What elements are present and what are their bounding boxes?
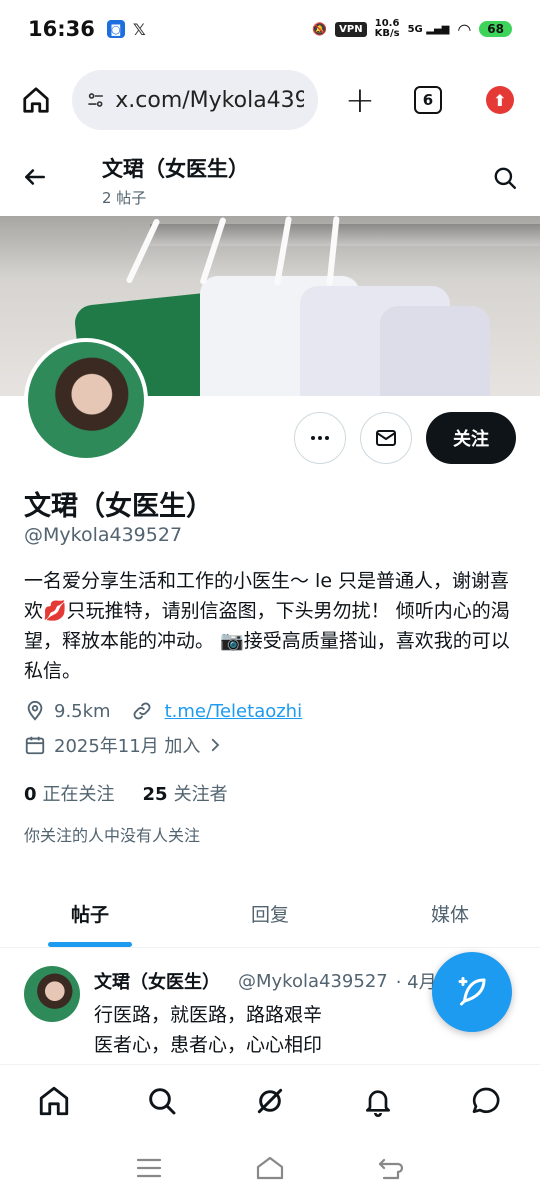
tab-posts[interactable]: 帖子 [0,880,180,947]
search-button[interactable] [492,165,518,195]
arrow-left-icon [25,168,45,185]
home-icon [39,1086,69,1115]
status-time: 16:36 [28,17,95,41]
mute-icon: 🔕 [312,22,328,36]
bottom-navigation [0,1064,540,1136]
tab-replies[interactable]: 回复 [180,880,360,947]
wifi-icon: ◠ [457,19,472,39]
back-button[interactable] [22,164,58,197]
mutual-followers-note: 你关注的人中没有人关注 [24,826,201,845]
envelope-icon [376,430,396,446]
compose-post-button[interactable] [432,952,512,1032]
arrow-up-icon: ⬆ [493,90,507,110]
nav-notifications[interactable] [350,1073,406,1129]
calendar-icon [25,736,45,755]
compose-feather-icon [458,977,486,1006]
profile-meta-row: 9.5km t.me/Teletaozhi [24,700,302,722]
header-post-count: 2 帖子 [102,188,147,207]
profile-handle: @Mykola439527 [24,524,183,546]
banner-white-shirt-3 [380,306,490,396]
hanger [125,218,161,284]
signal-icon: 5G ▂▄▆ [407,23,450,35]
header-name: 文珺（女医生） [102,156,249,181]
closet-rail [150,224,540,246]
search-icon [149,1087,176,1114]
system-navigation [0,1140,540,1200]
search-icon [494,167,516,189]
profile-joined-row[interactable]: 2025年11月 加入 [24,732,232,758]
nav-explore[interactable] [134,1073,190,1129]
post-author-name: 文珺（女医生） [94,972,220,993]
profile-avatar[interactable] [24,338,148,462]
avatar [28,342,144,458]
new-tab-button[interactable]: + [340,80,380,121]
speed-unit: KB/s [374,28,400,39]
post-text-line1: 行医路，就医路，路路艰辛 [94,1004,323,1026]
follow-stats: 0 正在关注 25 关注者 [24,780,228,806]
followers-label: 关注者 [173,784,228,805]
app-notification-icon: ◙ [106,20,125,38]
more-button[interactable] [294,412,346,464]
profile-link[interactable]: t.me/Teletaozhi [165,701,303,722]
profile-actions: 关注 [294,412,516,464]
message-button[interactable] [360,412,412,464]
system-menu-button[interactable] [136,1157,162,1183]
post-author-handle: @Mykola439527 [238,970,388,992]
post-time: · 4月 [395,972,437,993]
vpn-badge: VPN [335,21,367,37]
browser-toolbar: x.com/Mykola439527 + 6 ⬆ [0,62,540,138]
site-settings-icon [88,93,103,107]
link-icon [133,702,151,720]
post-header: 文珺（女医生） @Mykola439527 · 4月 [94,968,437,994]
post-text-line2: 医者心，患者心，心心相印 [94,1034,323,1056]
post-avatar[interactable] [24,966,80,1022]
profile-location: 9.5km [54,700,111,722]
following-label: 正在关注 [42,784,115,805]
battery-indicator: 68 [479,21,512,37]
tab-switcher-button[interactable]: 6 [414,86,442,114]
home-outline-icon [256,1156,284,1180]
bell-icon [366,1089,390,1117]
profile-joined: 2025年11月 加入 [54,736,201,757]
home-icon [23,87,49,113]
followers-stat[interactable]: 25 关注者 [143,780,228,806]
followers-count: 25 [142,784,168,805]
network-type: 5G [407,23,423,35]
network-speed: 10.6 KB/s [375,19,400,39]
url-text: x.com/Mykola439527 [115,87,304,113]
browser-update-button[interactable]: ⬆ [486,86,514,114]
chevron-right-icon [212,738,220,752]
status-bar: 16:36 ◙ 𝕏 🔕 VPN 10.6 KB/s 5G ▂▄▆ ◠ 68 [0,0,540,58]
profile-tabs: 帖子 回复 媒体 [0,880,540,948]
following-count: 0 [24,784,37,805]
nav-messages[interactable] [458,1073,514,1129]
nav-grok[interactable] [242,1073,298,1129]
following-stat[interactable]: 0 正在关注 [24,780,115,806]
profile-bio: 一名爱分享生活和工作的小医生～ le 只是普通人，谢谢喜欢💋只玩推特，请别信盗图… [24,570,510,682]
system-home-button[interactable] [255,1155,285,1185]
system-back-button[interactable] [378,1156,404,1184]
url-bar[interactable]: x.com/Mykola439527 [72,70,318,130]
plus-icon: + [344,79,376,121]
more-icon [311,436,329,440]
follow-button[interactable]: 关注 [426,412,516,464]
x-notification-icon: 𝕏 [132,19,146,39]
nav-home[interactable] [26,1073,82,1129]
profile-header: 文珺（女医生） 2 帖子 [0,146,540,214]
menu-icon [137,1158,162,1178]
back-icon [378,1158,403,1180]
grok-icon [257,1088,283,1113]
profile-display-name: 文珺（女医生） [24,491,213,522]
location-icon [27,700,43,721]
tab-media[interactable]: 媒体 [360,880,540,947]
browser-home-button[interactable] [14,78,58,122]
chat-bubble-icon [472,1087,500,1113]
